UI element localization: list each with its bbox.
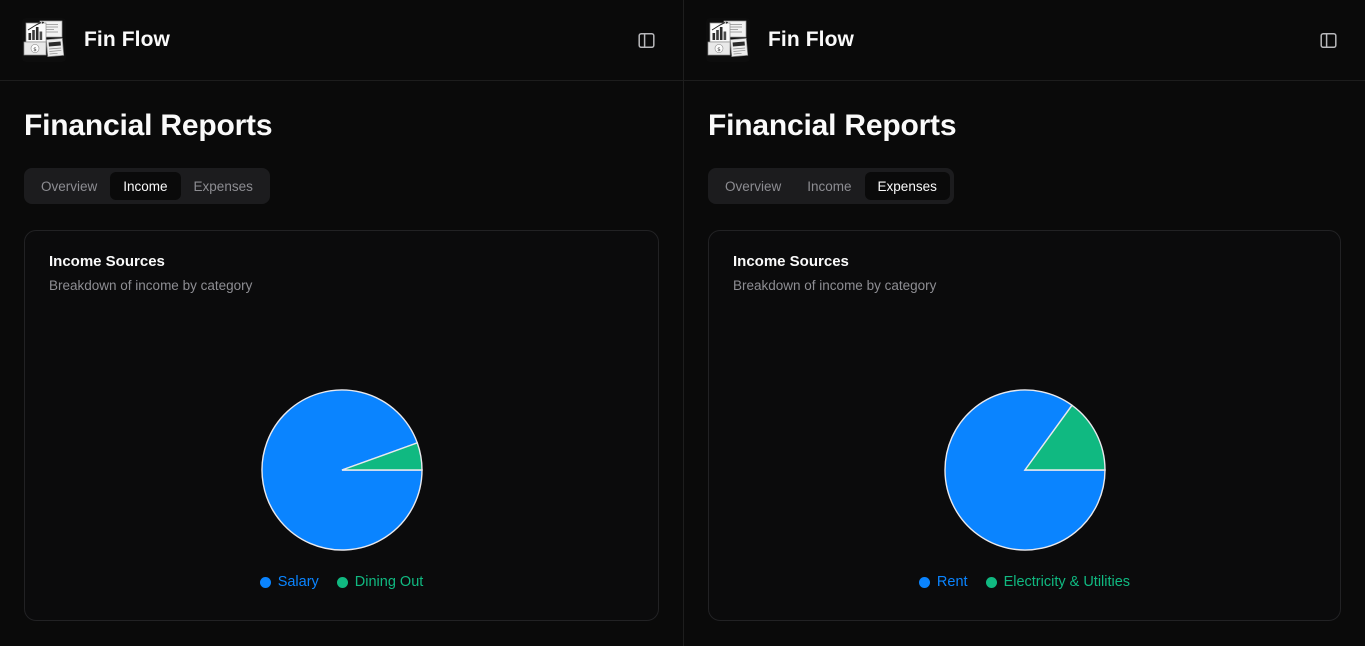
card-subtitle: Breakdown of income by category — [49, 278, 253, 293]
card-subtitle: Breakdown of income by category — [733, 278, 937, 293]
brand[interactable]: $ Fin Flow — [22, 18, 170, 62]
legend-label: Dining Out — [354, 574, 424, 590]
panel-left-toggle-button[interactable] — [1313, 25, 1343, 55]
legend-color-dot — [985, 576, 997, 588]
legend-item[interactable]: Electricity & Utilities — [985, 574, 1131, 590]
page-title: Financial Reports — [24, 109, 273, 142]
page-body: Financial Reports Overview Income Expens… — [0, 81, 683, 621]
finance-documents-logo-icon: $ — [706, 18, 750, 62]
chart-legend: Rent Electricity & Utilities — [918, 574, 1131, 590]
legend-label: Salary — [277, 574, 319, 590]
chart-legend: Salary Dining Out — [259, 574, 424, 590]
pie-chart-area: Rent Electricity & Utilities — [733, 293, 1316, 598]
report-tabs: Overview Income Expenses — [708, 168, 954, 204]
income-sources-card: Income Sources Breakdown of income by ca… — [708, 230, 1341, 621]
tab-expenses[interactable]: Expenses — [864, 172, 950, 200]
page-title: Financial Reports — [708, 109, 957, 142]
pane-right: $ Fin Flow Financial Reports Overview In… — [684, 0, 1365, 646]
panel-left-toggle-button[interactable] — [631, 25, 661, 55]
brand-name: Fin Flow — [84, 28, 170, 51]
svg-text:$: $ — [33, 47, 37, 53]
tab-income[interactable]: Income — [794, 172, 864, 200]
brand[interactable]: $ Fin Flow — [706, 18, 854, 62]
tab-income[interactable]: Income — [110, 172, 181, 200]
legend-item[interactable]: Salary — [259, 574, 319, 590]
tab-overview[interactable]: Overview — [712, 172, 794, 200]
legend-color-dot — [259, 576, 271, 588]
legend-label: Rent — [936, 574, 968, 590]
finance-documents-logo-icon: $ — [22, 18, 66, 62]
app-header: $ Fin Flow — [0, 0, 683, 81]
pie-chart[interactable] — [260, 388, 424, 552]
legend-item[interactable]: Rent — [918, 574, 968, 590]
dual-pane-comparison: $ Fin Flow Financial Reports Overview In… — [0, 0, 1365, 646]
pie-chart-area: Salary Dining Out — [49, 293, 634, 598]
report-tabs: Overview Income Expenses — [24, 168, 270, 204]
app-header: $ Fin Flow — [684, 0, 1365, 81]
card-title: Income Sources — [733, 253, 849, 270]
panel-left-icon — [637, 32, 655, 48]
tab-overview[interactable]: Overview — [28, 172, 110, 200]
tab-expenses[interactable]: Expenses — [181, 172, 266, 200]
page-body: Financial Reports Overview Income Expens… — [684, 81, 1365, 621]
brand-name: Fin Flow — [768, 28, 854, 51]
legend-color-dot — [336, 576, 348, 588]
income-sources-card: Income Sources Breakdown of income by ca… — [24, 230, 659, 621]
legend-label: Electricity & Utilities — [1003, 574, 1131, 590]
pie-chart[interactable] — [943, 388, 1107, 552]
card-title: Income Sources — [49, 253, 165, 270]
svg-text:$: $ — [717, 47, 721, 53]
panel-left-icon — [1319, 32, 1337, 48]
legend-color-dot — [918, 576, 930, 588]
pane-left: $ Fin Flow Financial Reports Overview In… — [0, 0, 684, 646]
legend-item[interactable]: Dining Out — [336, 574, 424, 590]
